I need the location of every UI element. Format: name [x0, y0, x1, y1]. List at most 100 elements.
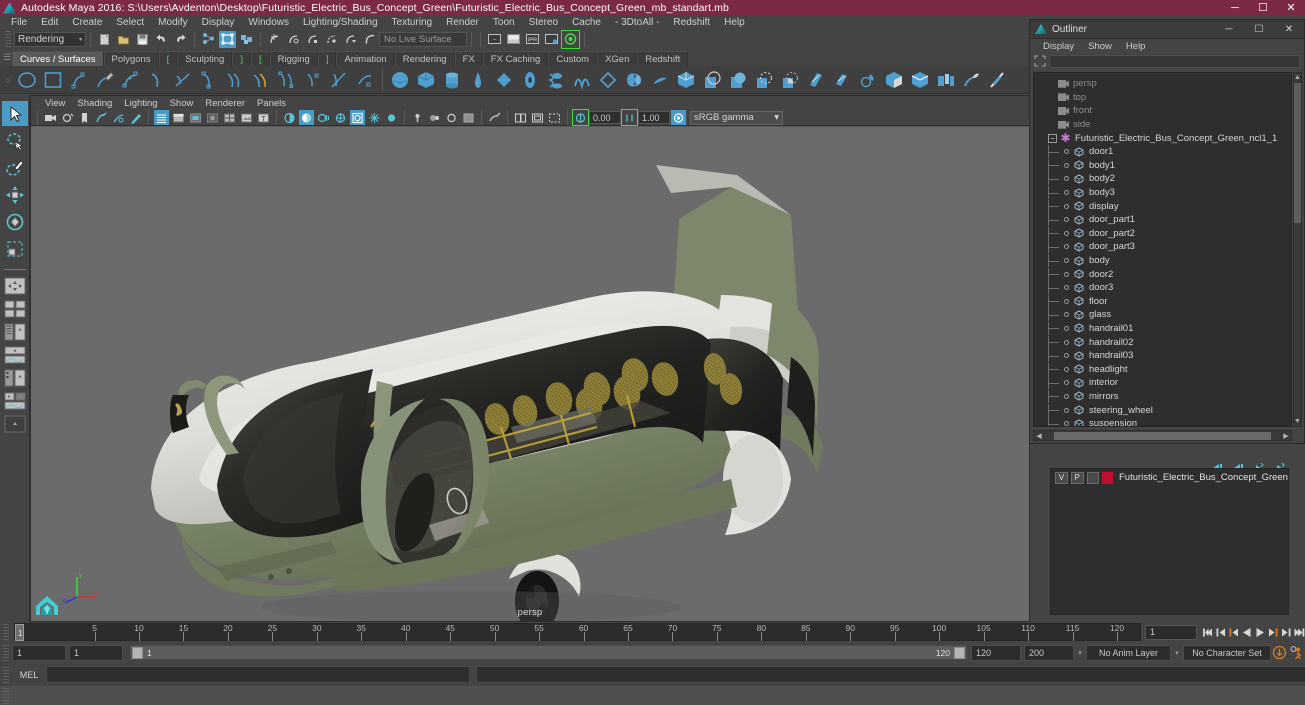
range-start-handle[interactable] [132, 646, 143, 659]
tree-node-toggle[interactable] [1064, 244, 1069, 250]
outliner-menu-display[interactable]: Display [1036, 41, 1081, 52]
shelf-tab-fx-caching[interactable]: FX Caching [482, 51, 549, 66]
save-scene-icon[interactable] [134, 31, 151, 48]
command-line-grip[interactable] [3, 666, 9, 683]
scroll-up-icon[interactable]: ▲ [1294, 73, 1301, 82]
undo-icon[interactable] [153, 31, 170, 48]
range-end-handle[interactable] [954, 646, 965, 659]
expander-icon[interactable]: − [1048, 133, 1057, 143]
select-by-hierarchy-icon[interactable] [200, 31, 217, 48]
viewport-menu-shading[interactable]: Shading [71, 98, 118, 109]
viewport-display-icon[interactable] [461, 110, 476, 125]
square-surface-icon[interactable] [699, 67, 725, 93]
pencil-curve-icon[interactable] [92, 67, 118, 93]
range-bar[interactable]: 1 120 [130, 645, 967, 660]
maximize-button[interactable]: ☐ [1249, 0, 1277, 16]
time-slider-track[interactable]: 1 5 10 15 20 25 30 35 40 45 50 55 60 65 70 75 80 85 90 95 1… [14, 623, 1141, 641]
persp-graph-layout[interactable] [2, 345, 28, 365]
viewport-menu-panels[interactable]: Panels [251, 98, 292, 109]
resolution-gate-icon[interactable] [547, 110, 562, 125]
outliner-item-side[interactable]: side [1034, 118, 1291, 132]
shelf-grip[interactable]: ☰ [2, 49, 12, 66]
shelf-tab-redshift[interactable]: Redshift [637, 51, 689, 66]
image-plane-icon[interactable] [94, 110, 109, 125]
wireframe-icon[interactable] [154, 110, 169, 125]
menu-redshift[interactable]: Redshift [666, 16, 717, 29]
outliner-item-mirrors[interactable]: mirrors [1034, 389, 1291, 404]
outliner-item-body[interactable]: body [1034, 254, 1291, 268]
tree-node-toggle[interactable] [1064, 353, 1069, 359]
filter-icon[interactable] [1034, 55, 1046, 67]
outliner-vertical-scrollbar[interactable]: ▲ ▼ [1293, 72, 1302, 427]
snap-to-projected-center-icon[interactable] [323, 31, 340, 48]
viewport-menu-view[interactable]: View [39, 98, 71, 109]
menu-lighting-shading[interactable]: Lighting/Shading [296, 16, 385, 29]
birail-icon[interactable] [647, 67, 673, 93]
shaded-wireframe-icon[interactable] [222, 110, 237, 125]
show-render-view-icon[interactable]: − [486, 31, 503, 48]
film-gate-icon[interactable] [530, 110, 545, 125]
new-scene-icon[interactable] [96, 31, 113, 48]
menu-render[interactable]: Render [439, 16, 486, 29]
2d-pan-zoom-icon[interactable] [111, 110, 126, 125]
xray-active-components-icon[interactable] [427, 110, 442, 125]
tree-node-toggle[interactable] [1064, 285, 1069, 291]
menu-stereo[interactable]: Stereo [522, 16, 565, 29]
curve-tool-icon[interactable] [144, 67, 170, 93]
xray-icon[interactable] [384, 110, 399, 125]
menu-set-selector[interactable]: Rendering ▾ [14, 31, 86, 47]
attach-curve-icon[interactable] [274, 67, 300, 93]
command-result-field[interactable] [476, 666, 1305, 683]
smooth-shade-selected-icon[interactable] [188, 110, 203, 125]
loft-icon[interactable] [569, 67, 595, 93]
playback-end-field[interactable]: 120 [971, 644, 1021, 661]
attach-surfaces-icon[interactable] [907, 67, 933, 93]
scale-tool[interactable] [2, 236, 28, 261]
isolate-select-icon[interactable] [367, 110, 382, 125]
arc-three-point-icon[interactable] [170, 67, 196, 93]
menu-windows[interactable]: Windows [241, 16, 296, 29]
camera-attributes-icon[interactable] [60, 110, 75, 125]
textured-icon[interactable] [239, 110, 254, 125]
select-by-component-icon[interactable] [238, 31, 255, 48]
tree-node-toggle[interactable] [1064, 366, 1069, 372]
shelf-tab-custom[interactable]: Custom [548, 51, 598, 66]
outliner-maximize-button[interactable]: ☐ [1244, 20, 1274, 39]
select-camera-icon[interactable] [43, 110, 58, 125]
tree-node-toggle[interactable] [1064, 217, 1069, 223]
shelf-tab-xgen[interactable]: XGen [597, 51, 638, 66]
boundary-icon[interactable] [673, 67, 699, 93]
tree-node-toggle[interactable] [1064, 339, 1069, 345]
outliner-menu-help[interactable]: Help [1119, 41, 1153, 52]
live-surface-field[interactable]: No Live Surface [379, 31, 467, 47]
trim-tool-icon[interactable] [829, 67, 855, 93]
snap-to-view-plane-icon[interactable] [342, 31, 359, 48]
tree-node-toggle[interactable] [1064, 312, 1069, 318]
lasso-viewport-icon[interactable] [487, 110, 502, 125]
tree-node-toggle[interactable] [1064, 407, 1069, 413]
outliner-item-top[interactable]: top [1034, 91, 1291, 105]
close-button[interactable]: ✕ [1277, 0, 1305, 16]
grid-toggle-icon[interactable] [513, 110, 528, 125]
layer-list[interactable]: V P Futuristic_Electric_Bus_Concept_Gree… [1050, 468, 1289, 615]
two-stacked-layout[interactable] [2, 414, 28, 434]
render-settings-icon[interactable] [543, 31, 560, 48]
outliner-item-door3[interactable]: door3 [1034, 281, 1291, 295]
grease-pencil-icon[interactable] [128, 110, 143, 125]
nurbs-sphere-icon[interactable] [387, 67, 413, 93]
nurbs-circle-icon[interactable] [14, 67, 40, 93]
viewport-menu-show[interactable]: Show [164, 98, 200, 109]
exposure-field[interactable]: 0.00 [589, 111, 621, 124]
make-live-icon[interactable] [361, 31, 378, 48]
single-perspective-layout[interactable] [2, 276, 28, 296]
booleans-icon[interactable] [881, 67, 907, 93]
menu-edit[interactable]: Edit [34, 16, 65, 29]
command-input[interactable] [46, 666, 470, 683]
menu-toon[interactable]: Toon [486, 16, 522, 29]
playback-start-field[interactable]: 1 [69, 644, 123, 661]
move-tool[interactable] [2, 182, 28, 207]
align-curve-icon[interactable] [326, 67, 352, 93]
rotate-tool[interactable] [2, 209, 28, 234]
detach-surfaces-icon[interactable] [933, 67, 959, 93]
auto-keyframe-icon[interactable] [1271, 644, 1288, 661]
